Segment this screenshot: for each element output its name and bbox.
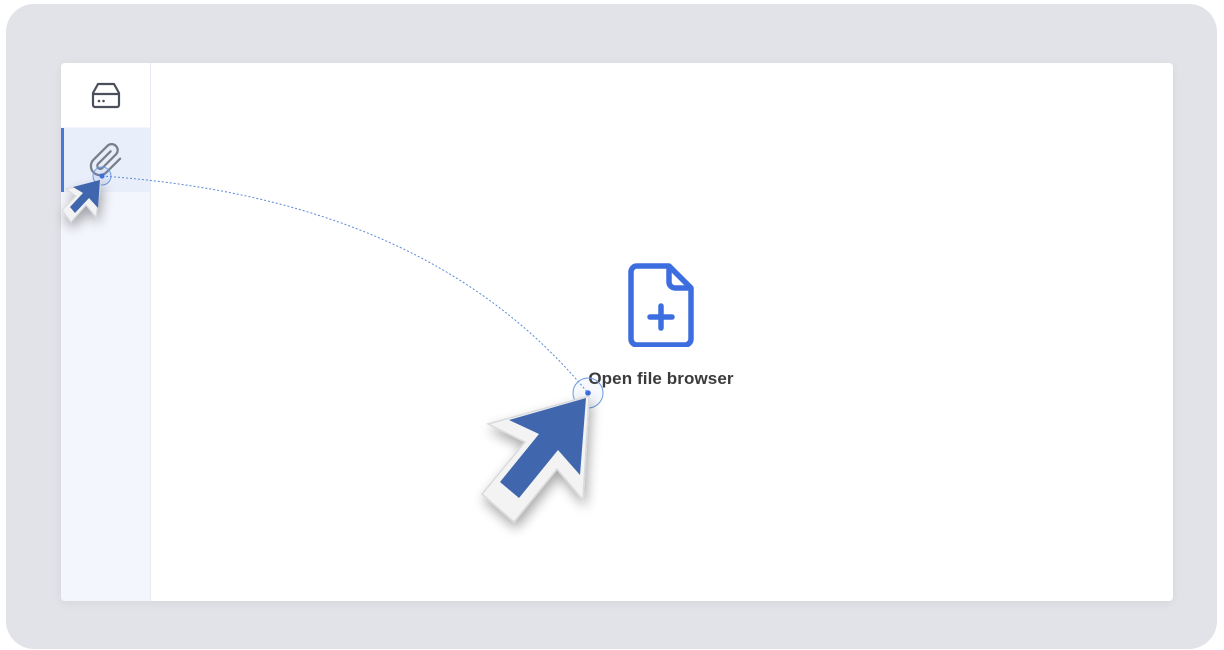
hard-drive-icon bbox=[91, 82, 120, 109]
screenshot-frame: Open file browser bbox=[6, 4, 1217, 649]
open-file-browser-button[interactable]: Open file browser bbox=[521, 263, 801, 389]
paperclip-icon bbox=[89, 143, 121, 177]
sidebar-item-attachments[interactable] bbox=[61, 128, 150, 192]
app-window: Open file browser bbox=[61, 63, 1173, 601]
sidebar-item-storage[interactable] bbox=[61, 63, 150, 127]
open-file-browser-label: Open file browser bbox=[588, 369, 734, 388]
sidebar bbox=[61, 63, 151, 601]
file-plus-icon bbox=[628, 263, 694, 347]
